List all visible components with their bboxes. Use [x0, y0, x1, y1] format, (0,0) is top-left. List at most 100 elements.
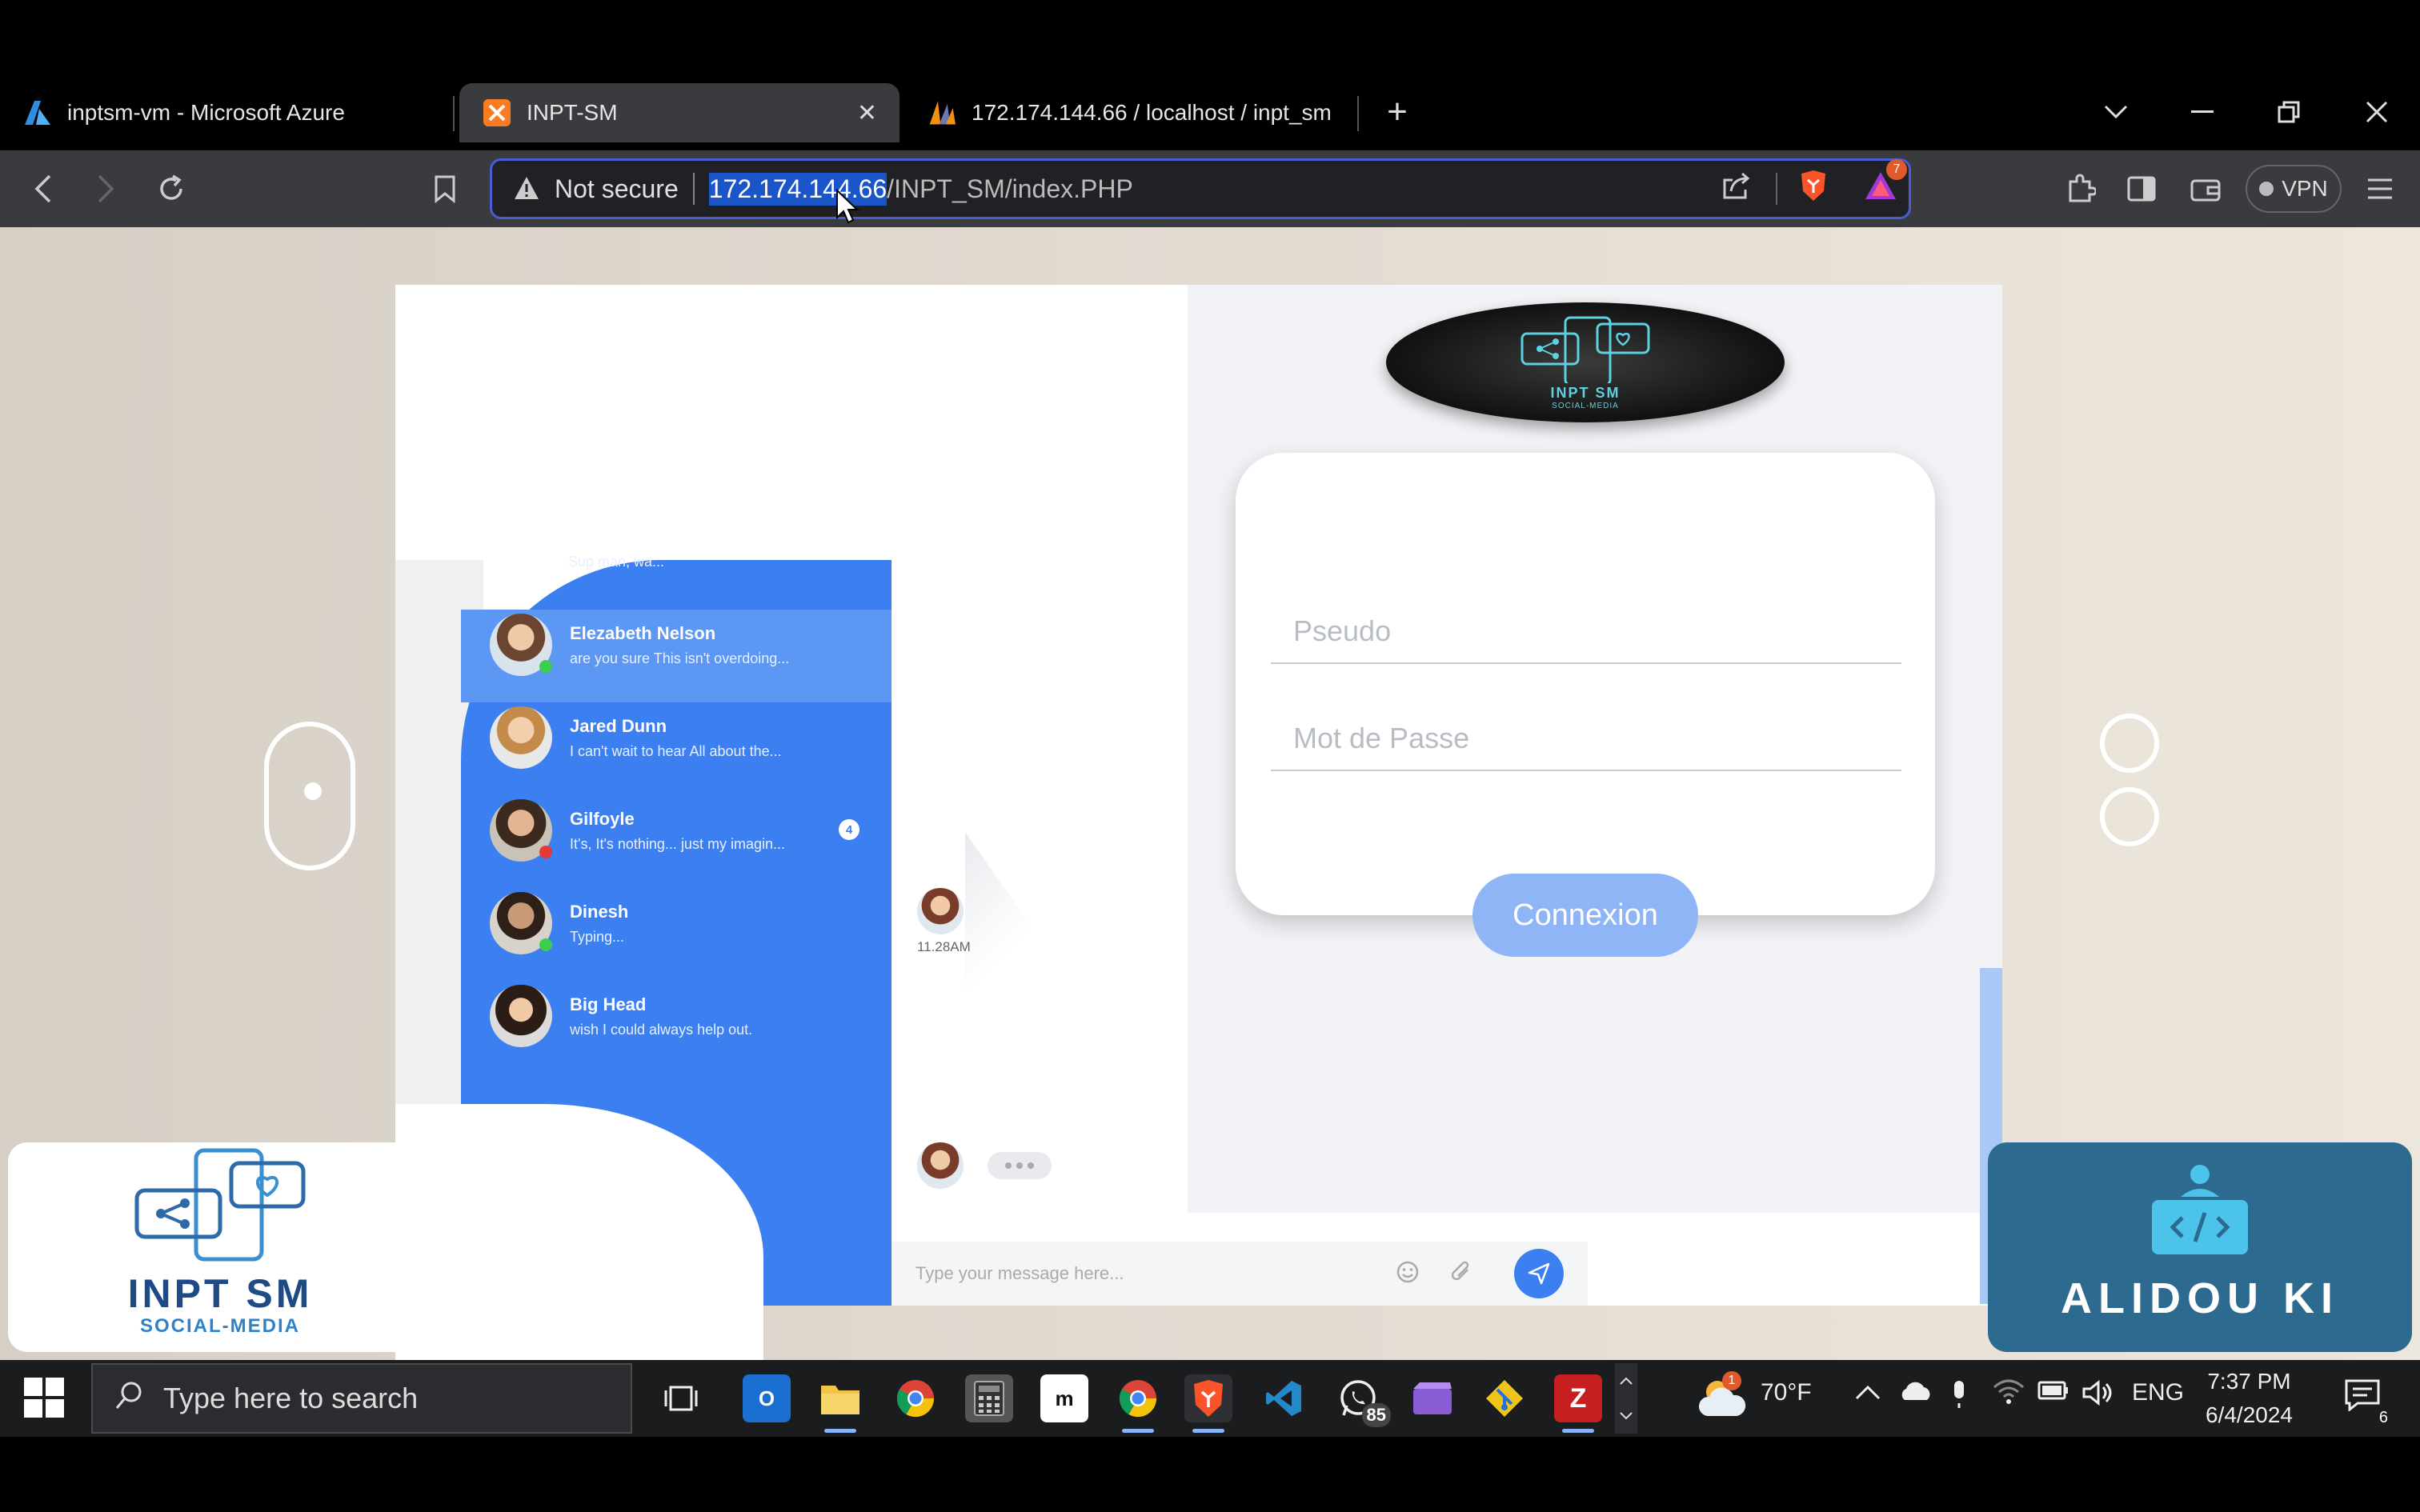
inpt-sm-logo-overlay: INPT SM SOCIAL-MEDIA — [8, 1142, 432, 1352]
reload-icon[interactable] — [147, 165, 195, 213]
chat-snippet: Sup man, wa... — [568, 554, 665, 570]
search-placeholder: Type here to search — [163, 1382, 419, 1414]
task-view-icon[interactable] — [656, 1374, 704, 1422]
chrome-icon[interactable] — [1114, 1374, 1162, 1422]
address-bar[interactable]: Not secure 172.174.144.66/INPT_SM/index.… — [490, 158, 1911, 219]
emoji-icon — [1396, 1260, 1420, 1288]
tab-phpmyadmin[interactable]: 172.174.144.66 / localhost / inpt_sm — [904, 83, 1352, 142]
chat-message: Typing... — [570, 928, 625, 945]
windows-start-icon[interactable] — [24, 1378, 64, 1418]
taskbar-search[interactable]: Type here to search — [91, 1363, 632, 1434]
restore-icon[interactable] — [2265, 88, 2313, 136]
chat-item: Jared Dunn I can't wait to hear All abou… — [490, 698, 782, 778]
logo-title: INPT SM — [1550, 385, 1621, 401]
close-window-icon[interactable] — [2353, 88, 2401, 136]
password-field[interactable]: Mot de Passe — [1271, 707, 1901, 771]
warning-icon — [513, 175, 540, 202]
omnibox-divider — [1776, 173, 1777, 205]
media-player-icon[interactable] — [1408, 1374, 1456, 1422]
chrome-icon[interactable] — [891, 1374, 940, 1422]
typing-indicator — [988, 1152, 1052, 1179]
wallet-icon[interactable] — [2182, 165, 2230, 213]
whatsapp-icon[interactable]: 85 — [1335, 1374, 1391, 1427]
chat-item: Dinesh Typing... — [490, 883, 628, 963]
tab-divider — [453, 96, 455, 131]
forward-icon[interactable] — [82, 165, 130, 213]
vscode-icon[interactable] — [1260, 1374, 1308, 1422]
slide-dot-1[interactable] — [2100, 714, 2159, 773]
avatar — [490, 706, 552, 769]
taskbar-clock[interactable]: 7:37 PM 6/4/2024 — [2206, 1365, 2293, 1432]
chat-message: wish I could always help out. — [570, 1021, 753, 1038]
menu-icon[interactable] — [2356, 165, 2404, 213]
send-icon — [1514, 1249, 1564, 1298]
pseudo-field[interactable]: Pseudo — [1271, 600, 1901, 664]
tab-divider — [1357, 96, 1359, 131]
url-host[interactable]: 172.174.144.66 — [708, 172, 887, 206]
notifications-icon[interactable]: 6 — [2345, 1379, 2388, 1426]
unread-badge: 4 — [839, 819, 859, 840]
security-label[interactable]: Not secure — [555, 174, 679, 204]
tab-azure[interactable]: inptsm-vm - Microsoft Azure — [0, 83, 448, 142]
brave-rewards-icon[interactable]: 7 — [1864, 159, 1907, 207]
new-tab-button[interactable]: + — [1373, 88, 1421, 136]
tab-search-chevron-icon[interactable] — [2092, 88, 2140, 136]
rewards-badge: 7 — [1886, 159, 1907, 180]
close-tab-icon[interactable]: ✕ — [857, 99, 877, 127]
chat-name: Elezabeth Nelson — [570, 622, 716, 643]
vpn-button[interactable]: VPN — [2246, 165, 2342, 213]
paperclip-icon — [1448, 1258, 1472, 1290]
extensions-icon[interactable] — [2057, 165, 2105, 213]
xampp-icon — [483, 99, 511, 126]
back-icon[interactable] — [19, 165, 67, 213]
active-app-indicator — [1122, 1429, 1154, 1433]
filezilla-icon[interactable]: Z — [1554, 1374, 1602, 1422]
url-path[interactable]: /INPT_SM/index.PHP — [887, 174, 1133, 204]
sidebar-icon[interactable] — [2118, 165, 2166, 213]
weather-icon[interactable]: 1 — [1697, 1371, 1748, 1425]
mouse-cursor-icon — [835, 188, 859, 230]
overlay-title: ALIDOU KI — [2061, 1274, 2339, 1322]
phpmyadmin-icon — [928, 99, 956, 126]
scroll-indicator — [264, 722, 355, 870]
avatar — [490, 985, 552, 1047]
tab-title: INPT-SM — [527, 100, 618, 125]
vpn-label: VPN — [2282, 176, 2328, 201]
wifi-icon[interactable] — [1993, 1379, 2025, 1411]
chat-name: Gilfoyle — [570, 808, 635, 829]
bookmark-icon[interactable] — [421, 165, 469, 213]
taskbar-overflow-scroller[interactable] — [1615, 1363, 1637, 1434]
git-icon[interactable] — [1480, 1374, 1529, 1422]
chat-item: Big Head wish I could always help out. — [490, 976, 752, 1056]
slide-dot-2[interactable] — [2100, 787, 2159, 846]
logo-icon — [1521, 316, 1650, 383]
message-time: 11.28AM — [917, 939, 971, 954]
search-icon — [115, 1381, 144, 1417]
chat-name: Big Head — [570, 994, 647, 1014]
avatar — [917, 1142, 964, 1189]
alidou-ki-logo-overlay: ALIDOU KI — [1988, 1142, 2412, 1352]
outlook-new-icon[interactable]: O — [743, 1374, 791, 1422]
message-placeholder: Type your message here... — [916, 1263, 1124, 1283]
active-app-indicator — [1192, 1429, 1224, 1433]
share-icon[interactable] — [1721, 170, 1752, 207]
calculator-icon[interactable] — [965, 1374, 1013, 1422]
onedrive-icon[interactable] — [1898, 1379, 1933, 1408]
brave-icon[interactable] — [1184, 1374, 1232, 1422]
azure-icon — [24, 99, 51, 126]
brave-shields-icon[interactable] — [1798, 169, 1829, 209]
app-icon[interactable]: m — [1040, 1374, 1088, 1422]
show-hidden-icons-icon[interactable] — [1855, 1379, 1881, 1406]
battery-icon[interactable] — [2037, 1379, 2069, 1408]
chat-message: are you sure This isn't overdoing... — [570, 650, 790, 666]
microphone-icon[interactable] — [1949, 1379, 1969, 1416]
connexion-button[interactable]: Connexion — [1472, 874, 1698, 957]
tab-inpt-sm[interactable]: INPT-SM ✕ — [459, 83, 899, 142]
file-explorer-icon[interactable] — [816, 1374, 864, 1422]
volume-icon[interactable] — [2082, 1379, 2114, 1413]
tab-title: 172.174.144.66 / localhost / inpt_sm — [972, 100, 1332, 125]
minimize-icon[interactable] — [2178, 88, 2226, 136]
language-indicator[interactable]: ENG — [2132, 1379, 2184, 1406]
temperature[interactable]: 70°F — [1761, 1379, 1812, 1406]
chat-name: Jared Dunn — [570, 715, 667, 736]
